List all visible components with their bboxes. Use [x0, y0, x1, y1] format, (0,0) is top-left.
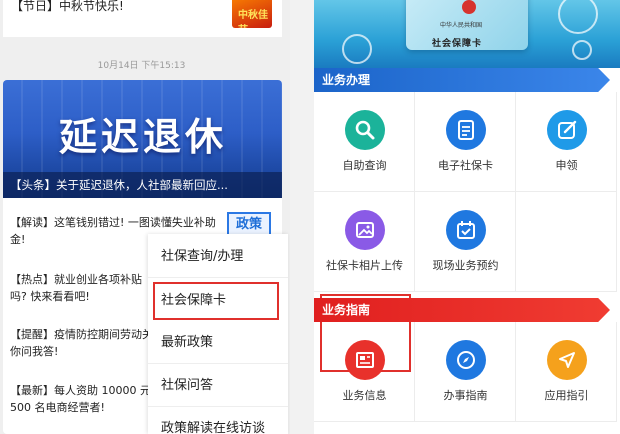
- menu-item-query-handle[interactable]: 社保查询/办理: [148, 236, 288, 278]
- news-item-line: 【最新】每人资助 10000 元: [10, 384, 151, 397]
- navigation-icon: [547, 340, 587, 380]
- tile-label: 申领: [555, 159, 578, 172]
- calendar-check-icon: [446, 210, 486, 250]
- tile-label: 办事指南: [443, 389, 488, 402]
- image-icon: [345, 210, 385, 250]
- tile-onsite-appointment[interactable]: 现场业务预约: [415, 192, 516, 292]
- news-item[interactable]: 【提醒】疫情防控期间劳动关 你问我答!: [10, 326, 153, 360]
- tile-photo-upload[interactable]: 社保卡相片上传: [314, 192, 415, 292]
- compass-icon: [446, 340, 486, 380]
- news-item-line: 【热点】就业创业各项补贴: [10, 273, 142, 286]
- card-title-text: 社会保障卡: [432, 39, 483, 49]
- headline-hero-image[interactable]: 延迟退休 【头条】关于延迟退休，人社部最新回应...: [3, 80, 282, 198]
- card-country-text: 中华人民共和国: [440, 22, 483, 29]
- tile-label: 现场业务预约: [432, 259, 499, 272]
- tile-service-guide[interactable]: 办事指南: [415, 322, 516, 422]
- tile-label: 业务信息: [342, 389, 387, 402]
- pane-divider: [290, 0, 314, 434]
- message-timestamp: 10月14日 下午15:13: [97, 61, 186, 71]
- thumbnail-text: 中秋佳节: [238, 10, 268, 28]
- social-card-banner: 中华人民共和国 社会保障卡: [314, 0, 620, 68]
- section-header-guide: 业务指南: [314, 298, 610, 322]
- tile-label: 自助查询: [342, 159, 387, 172]
- tile-label: 社保卡相片上传: [326, 259, 403, 272]
- service-panel: 中华人民共和国 社会保障卡 业务办理 自助查询 电子社保卡 申领 社保卡相片上传…: [314, 0, 620, 434]
- news-item-line: 【解读】这笔钱别错过! 一图读懂失业补助: [10, 216, 216, 229]
- decor-ring: [342, 34, 372, 64]
- social-security-popup-menu: 社保查询/办理 社会保障卡 最新政策 社保问答 政策解读在线访谈: [148, 234, 288, 434]
- tile-app-guide[interactable]: 应用指引: [516, 322, 617, 422]
- newspaper-icon: [345, 340, 385, 380]
- news-item-line: 吗? 快来看看吧!: [10, 290, 90, 303]
- menu-item-latest-policy[interactable]: 最新政策: [148, 322, 288, 364]
- tile-business-info[interactable]: 业务信息: [314, 322, 415, 422]
- news-item-line: 500 名电商经营者!: [10, 401, 105, 414]
- app-root: 【节日】中秋节快乐! 中秋佳节 10月14日 下午15:13 延迟退休 【头条】…: [0, 0, 620, 434]
- menu-item-faq[interactable]: 社保问答: [148, 365, 288, 407]
- tile-self-query[interactable]: 自助查询: [314, 92, 415, 192]
- tile-empty: [516, 192, 617, 292]
- festival-thumbnail: 中秋佳节: [232, 0, 272, 28]
- edit-icon: [547, 110, 587, 150]
- tile-label: 电子社保卡: [438, 159, 493, 172]
- decor-ring: [572, 40, 592, 60]
- menu-item-social-security-card[interactable]: 社会保障卡: [153, 282, 279, 320]
- news-item-line: 你问我答!: [10, 345, 59, 358]
- festival-news-card[interactable]: 【节日】中秋节快乐! 中秋佳节: [3, 0, 282, 37]
- news-item[interactable]: 【最新】每人资助 10000 元 500 名电商经营者!: [10, 382, 151, 416]
- menu-item-policy-interview[interactable]: 政策解读在线访谈: [148, 408, 288, 434]
- hero-title: 延迟退休: [59, 114, 228, 159]
- festival-news-text: 【节日】中秋节快乐!: [11, 0, 124, 13]
- search-icon: [345, 110, 385, 150]
- news-item-line: 【提醒】疫情防控期间劳动关: [10, 328, 153, 341]
- tile-apply[interactable]: 申领: [516, 92, 617, 192]
- e-card-icon: [446, 110, 486, 150]
- tile-e-card[interactable]: 电子社保卡: [415, 92, 516, 192]
- tile-label: 应用指引: [544, 389, 589, 402]
- national-emblem-icon: [462, 0, 476, 14]
- news-item[interactable]: 【热点】就业创业各项补贴 吗? 快来看看吧!: [10, 271, 142, 305]
- hero-caption: 【头条】关于延迟退休，人社部最新回应...: [3, 172, 282, 198]
- section-header-business: 业务办理: [314, 68, 610, 92]
- news-feed-pane: 【节日】中秋节快乐! 中秋佳节 10月14日 下午15:13 延迟退休 【头条】…: [0, 0, 290, 434]
- decor-ring: [558, 0, 598, 34]
